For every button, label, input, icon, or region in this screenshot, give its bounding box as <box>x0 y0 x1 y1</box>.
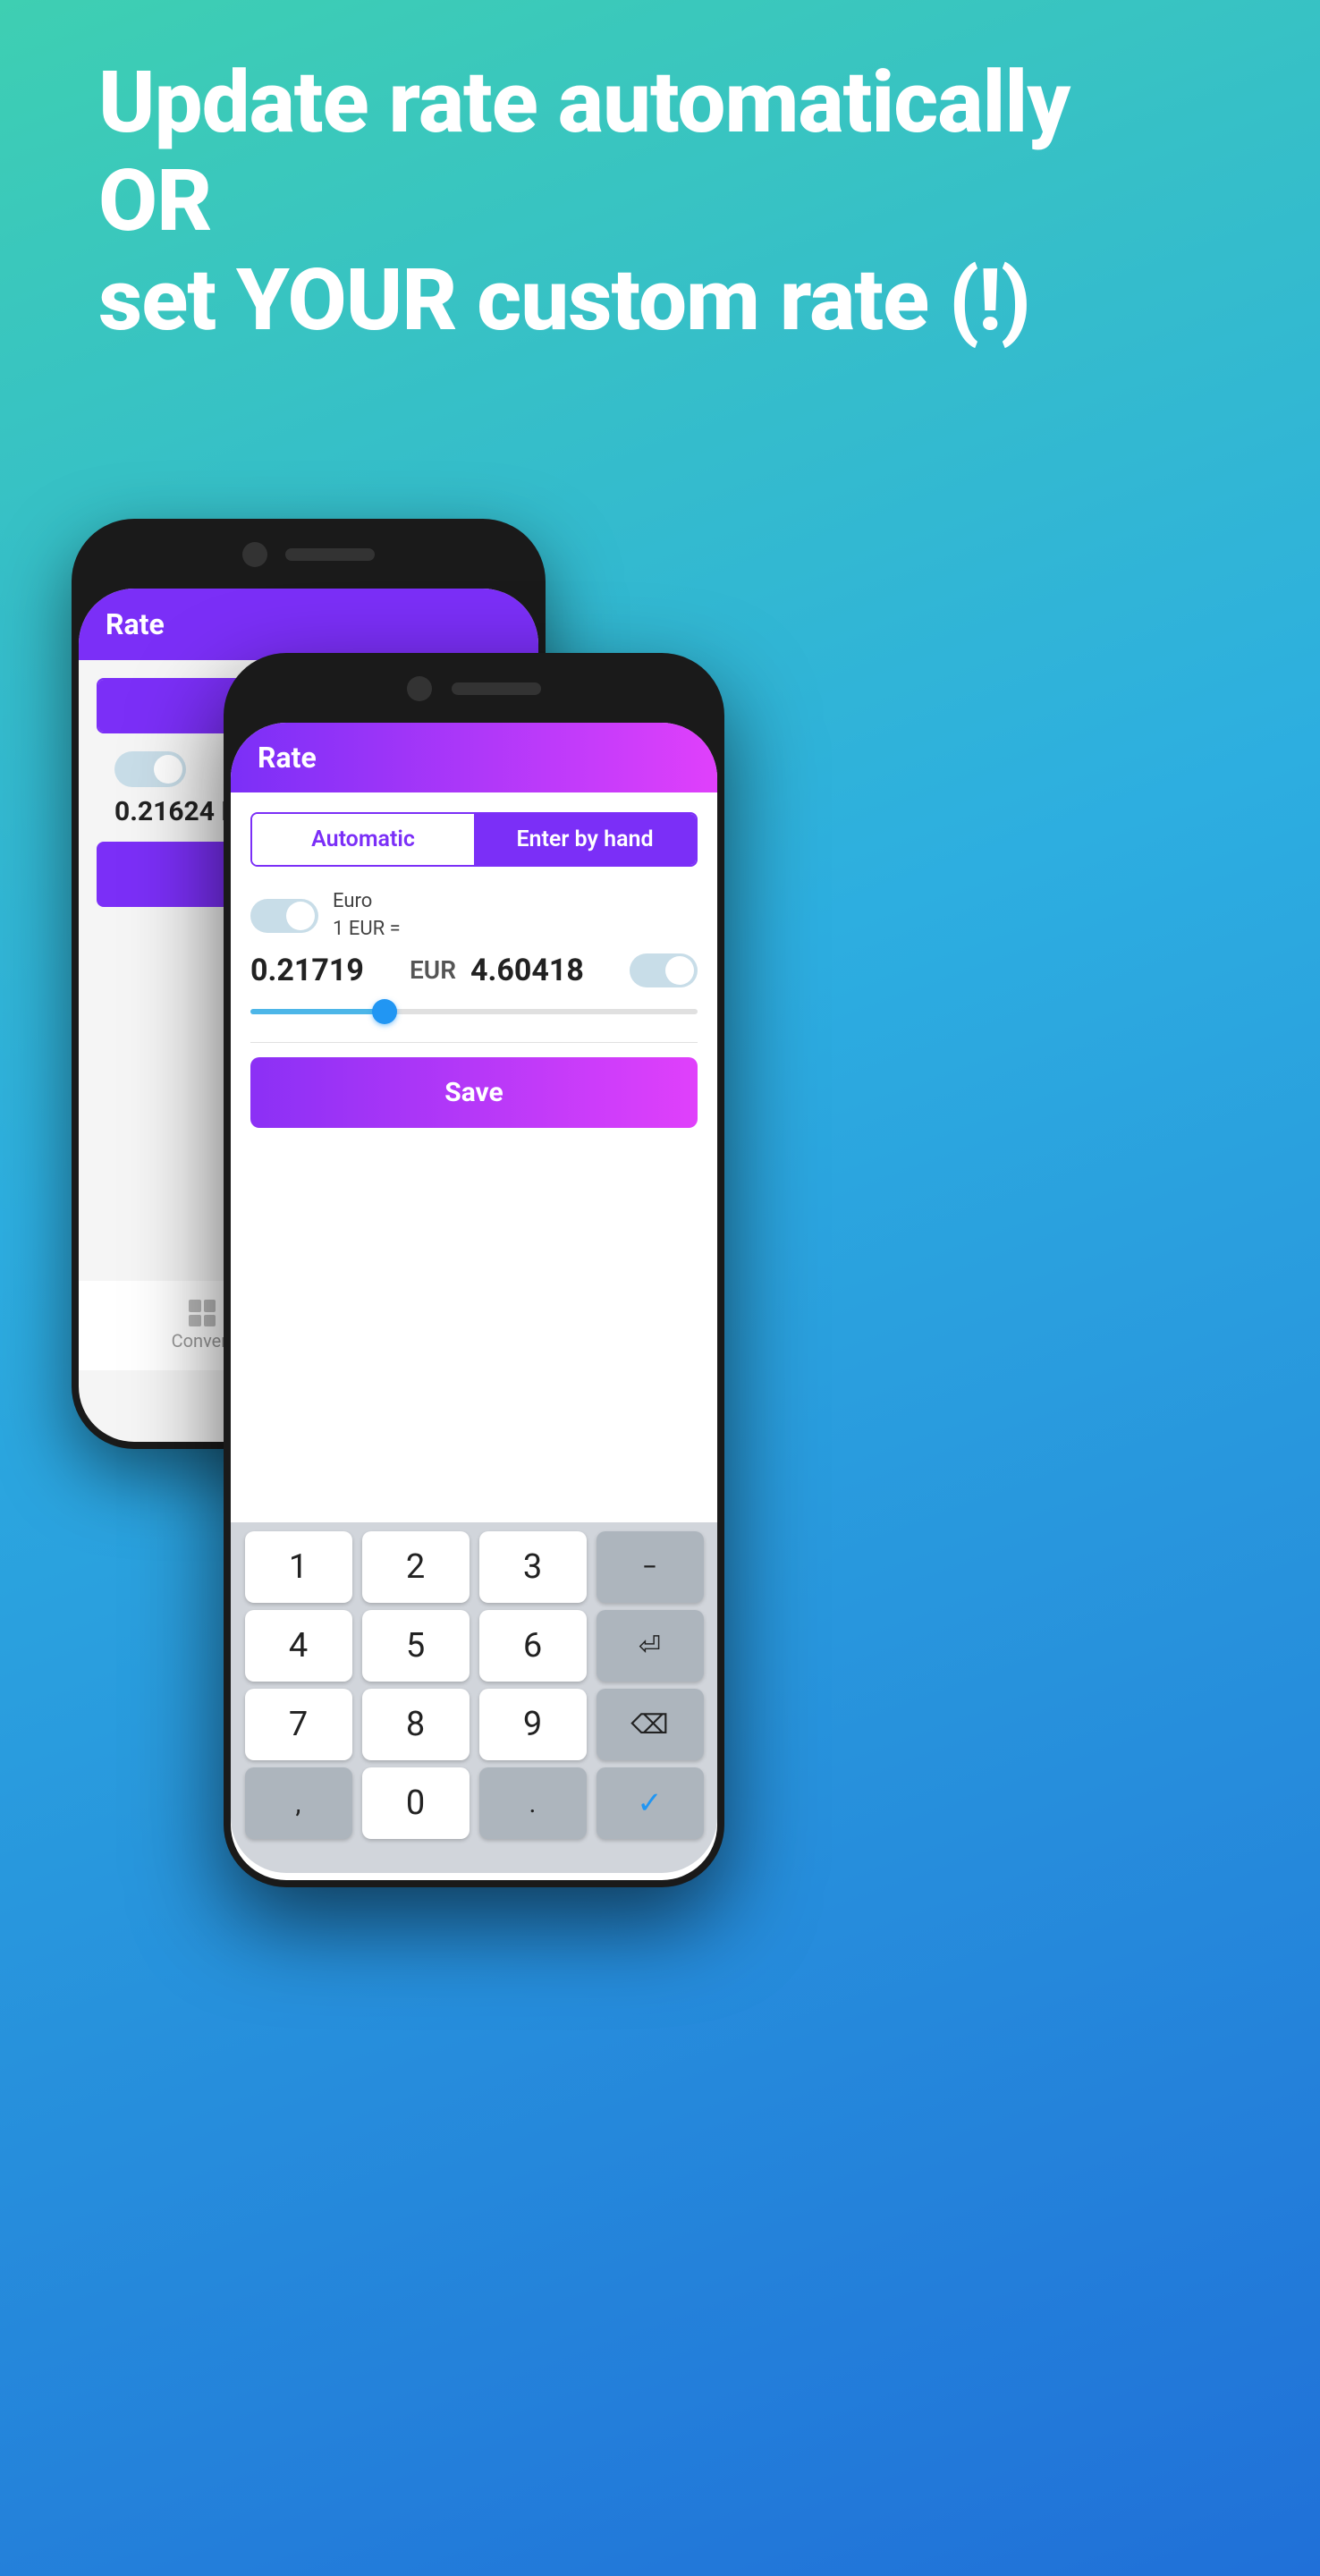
keyboard: 1 2 3 − 4 5 6 ⏎ 7 8 9 ⌫ , 0 . ✓ <box>231 1522 717 1873</box>
key-row-4: , 0 . ✓ <box>240 1767 708 1839</box>
toggle-knob-bg <box>154 755 182 784</box>
rate-slider[interactable] <box>250 996 698 1028</box>
key-dot[interactable]: . <box>479 1767 587 1839</box>
key-7[interactable]: 7 <box>245 1689 352 1760</box>
toggle-fg[interactable] <box>250 899 318 933</box>
headline: Update rate automatically OR set YOUR cu… <box>98 54 1222 350</box>
key-minus[interactable]: − <box>597 1531 704 1603</box>
rate-toggle-row: Euro 1 EUR = <box>250 888 698 944</box>
key-backspace[interactable]: ⌫ <box>597 1689 704 1760</box>
app-bar-fg-title: Rate <box>258 741 317 775</box>
key-row-1: 1 2 3 − <box>240 1531 708 1603</box>
app-bar-bg-title: Rate <box>106 607 165 641</box>
key-8[interactable]: 8 <box>362 1689 470 1760</box>
key-6[interactable]: 6 <box>479 1610 587 1682</box>
tab-auto-fg[interactable]: Automatic <box>252 814 474 865</box>
rate-val-right: 4.60418 <box>470 953 630 988</box>
key-5[interactable]: 5 <box>362 1610 470 1682</box>
key-4[interactable]: 4 <box>245 1610 352 1682</box>
toggle-on-fg[interactable] <box>630 953 698 987</box>
slider-fill <box>250 1009 385 1014</box>
phone-fg-screen: Rate Automatic Enter by hand Euro 1 EUR … <box>231 723 717 1880</box>
key-3[interactable]: 3 <box>479 1531 587 1603</box>
notch-fg <box>224 653 724 724</box>
rate-val-left: 0.21719 <box>250 953 410 988</box>
toggle-knob-fg <box>286 902 315 930</box>
key-comma[interactable]: , <box>245 1767 352 1839</box>
headline-line2: OR <box>98 152 1222 250</box>
key-2[interactable]: 2 <box>362 1531 470 1603</box>
key-0[interactable]: 0 <box>362 1767 470 1839</box>
slider-thumb[interactable] <box>372 999 397 1024</box>
tab-hand-fg[interactable]: Enter by hand <box>474 814 696 865</box>
euro-label: Euro <box>333 888 401 916</box>
headline-line1: Update rate automatically <box>98 54 1222 152</box>
rate-currency: EUR <box>410 955 456 985</box>
phone-foreground: Rate Automatic Enter by hand Euro 1 EUR … <box>224 653 724 1887</box>
key-1[interactable]: 1 <box>245 1531 352 1603</box>
rate-values-row: 0.21719 EUR 4.60418 <box>250 953 698 988</box>
slider-track <box>250 1009 698 1014</box>
save-btn-fg[interactable]: Save <box>250 1057 698 1128</box>
app-bar-fg: Rate <box>231 723 717 792</box>
camera-fg-icon <box>407 676 432 701</box>
grid-icon <box>189 1300 216 1326</box>
camera-icon <box>242 542 267 567</box>
tab-row-fg[interactable]: Automatic Enter by hand <box>250 812 698 867</box>
euro-formula: 1 EUR = <box>333 916 401 944</box>
key-9[interactable]: 9 <box>479 1689 587 1760</box>
screen-content-fg: Automatic Enter by hand Euro 1 EUR = 0.2… <box>231 792 717 1128</box>
key-enter[interactable]: ⏎ <box>597 1610 704 1682</box>
speaker-icon <box>285 548 375 561</box>
key-confirm[interactable]: ✓ <box>597 1767 704 1839</box>
toggle-knob-on-fg <box>665 956 694 985</box>
app-bar-bg: Rate <box>79 589 538 660</box>
euro-info: Euro 1 EUR = <box>333 888 401 944</box>
toggle-bg[interactable] <box>114 751 186 787</box>
notch-bg <box>72 519 546 590</box>
key-row-3: 7 8 9 ⌫ <box>240 1689 708 1760</box>
headline-line3: set YOUR custom rate (!) <box>98 251 1222 350</box>
key-row-2: 4 5 6 ⏎ <box>240 1610 708 1682</box>
divider <box>250 1042 698 1043</box>
speaker-fg-icon <box>452 682 541 695</box>
